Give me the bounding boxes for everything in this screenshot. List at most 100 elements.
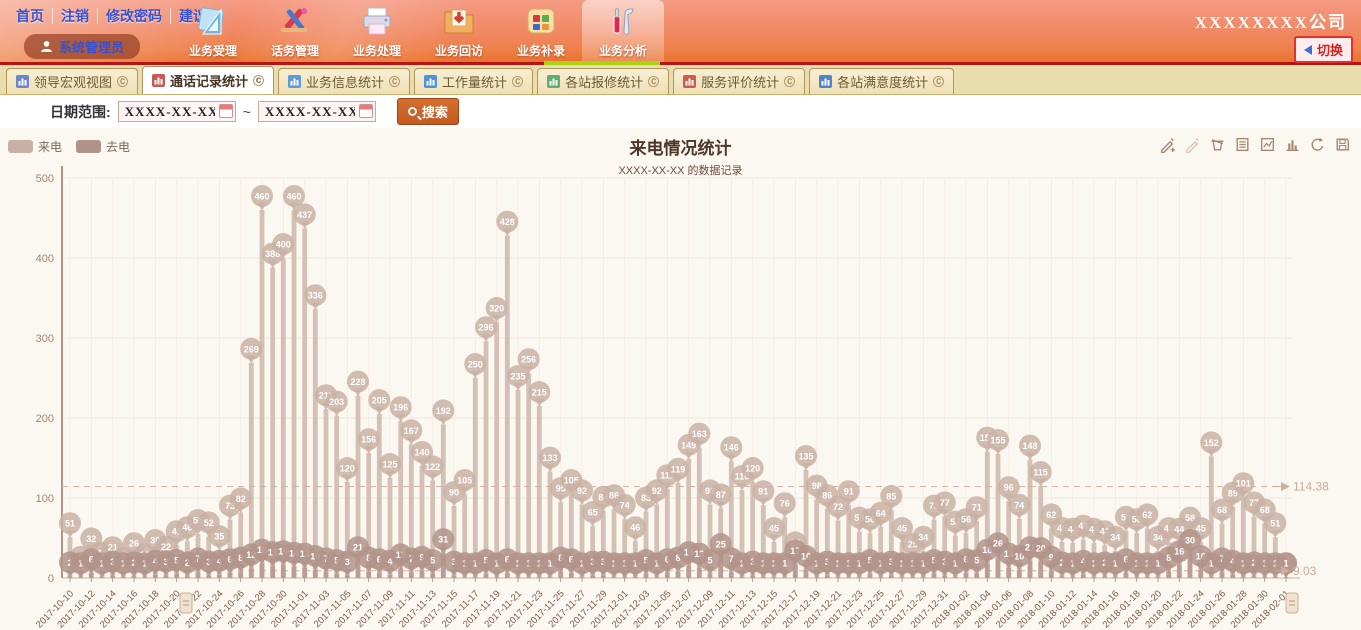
svg-text:200: 200	[36, 413, 54, 425]
folder-download-icon	[441, 4, 477, 40]
svg-text:92: 92	[652, 486, 662, 496]
svg-text:125: 125	[382, 460, 397, 470]
tab-2[interactable]: 业务信息统计c	[278, 68, 410, 94]
clear-icon[interactable]	[1209, 136, 1226, 158]
legend-item-outgoing[interactable]: 去电	[76, 138, 130, 155]
tab-chart-icon	[152, 74, 165, 87]
svg-text:74: 74	[620, 500, 630, 510]
menu-logout[interactable]: 注销	[53, 8, 98, 24]
svg-text:400: 400	[36, 253, 54, 265]
app-label: 业务回访	[435, 42, 483, 59]
calendar-icon[interactable]	[219, 104, 233, 118]
switch-button[interactable]: 切换	[1294, 36, 1353, 63]
svg-text:5: 5	[430, 556, 435, 566]
filter-bar: 日期范围: ~ 搜索	[0, 95, 1361, 128]
chart-panel: 来电 去电 来电情况统计 XXXX-XX-XX 的数据记录 0100200300…	[0, 128, 1361, 630]
tab-chart-icon	[424, 75, 437, 88]
svg-text:196: 196	[393, 403, 408, 413]
app-label: 业务处理	[353, 42, 401, 59]
app-business-process[interactable]: 业务处理	[336, 0, 418, 62]
svg-text:85: 85	[886, 492, 896, 502]
svg-text:119: 119	[671, 464, 686, 474]
svg-text:155: 155	[990, 436, 1005, 446]
user-icon	[40, 40, 53, 53]
save-image-icon[interactable]	[1334, 136, 1351, 158]
svg-text:148: 148	[1022, 441, 1037, 451]
svg-text:46: 46	[630, 523, 640, 533]
user-name: 系统管理员	[59, 37, 124, 56]
tiles-icon	[523, 4, 559, 40]
bar-chart-icon[interactable]	[1284, 136, 1301, 158]
tab-close-icon[interactable]: c	[117, 76, 128, 87]
date-from-input[interactable]	[118, 101, 236, 122]
app-business-accept[interactable]: 业务受理	[172, 0, 254, 62]
tab-chart-icon	[819, 75, 832, 88]
markline-remove-icon[interactable]	[1184, 136, 1201, 158]
svg-text:91: 91	[844, 487, 854, 497]
tab-1[interactable]: 通话记录统计c	[142, 66, 274, 94]
tab-3[interactable]: 工作量统计c	[414, 68, 533, 94]
menu-home[interactable]: 首页	[8, 8, 53, 24]
tab-bar: 领导宏观视图c通话记录统计c业务信息统计c工作量统计c各站报修统计c服务评价统计…	[0, 65, 1361, 95]
legend-label: 来电	[38, 138, 62, 155]
line-chart-icon[interactable]	[1259, 136, 1276, 158]
svg-text:31: 31	[438, 535, 448, 545]
svg-text:320: 320	[489, 304, 504, 314]
calendar-icon[interactable]	[359, 104, 373, 118]
menu-change-password[interactable]: 修改密码	[98, 8, 171, 24]
search-button[interactable]: 搜索	[397, 98, 459, 125]
chart-plot[interactable]: 0100200300400500519321421826123022414655…	[0, 128, 1361, 630]
app-analysis[interactable]: 业务分析	[582, 0, 664, 62]
date-separator: ~	[243, 104, 251, 120]
tab-0[interactable]: 领导宏观视图c	[6, 68, 138, 94]
svg-text:215: 215	[532, 388, 547, 398]
active-app-underline	[544, 61, 660, 65]
svg-text:64: 64	[876, 508, 886, 518]
svg-text:336: 336	[308, 291, 323, 301]
svg-text:51: 51	[1270, 519, 1280, 529]
tab-4[interactable]: 各站报修统计c	[537, 68, 669, 94]
tab-close-icon[interactable]: c	[784, 76, 795, 87]
restore-icon[interactable]	[1309, 136, 1326, 158]
company-name: XXXXXXXX公司	[1195, 8, 1347, 33]
app-supplement[interactable]: 业务补录	[500, 0, 582, 62]
svg-text:1: 1	[1283, 559, 1288, 569]
svg-text:3: 3	[345, 557, 350, 567]
tab-chart-icon	[16, 75, 29, 88]
tab-5[interactable]: 服务评价统计c	[673, 68, 805, 94]
svg-text:35: 35	[214, 532, 224, 542]
svg-text:65: 65	[588, 508, 598, 518]
svg-text:146: 146	[724, 443, 739, 453]
app-callback[interactable]: 业务回访	[418, 0, 500, 62]
tools-icon	[605, 4, 641, 40]
svg-text:250: 250	[468, 360, 483, 370]
svg-text:228: 228	[350, 377, 365, 387]
svg-text:105: 105	[457, 476, 472, 486]
user-badge[interactable]: 系统管理员	[24, 34, 140, 59]
legend-item-incoming[interactable]: 来电	[8, 138, 62, 155]
svg-text:235: 235	[510, 372, 525, 382]
svg-text:45: 45	[769, 524, 779, 534]
svg-text:167: 167	[404, 426, 419, 436]
svg-text:1: 1	[782, 559, 787, 569]
legend-label: 去电	[106, 138, 130, 155]
tab-close-icon[interactable]: c	[933, 76, 944, 87]
tab-close-icon[interactable]: c	[512, 76, 523, 87]
tab-close-icon[interactable]: c	[253, 75, 264, 86]
tab-close-icon[interactable]: c	[648, 76, 659, 87]
svg-text:400: 400	[276, 240, 291, 250]
svg-text:460: 460	[286, 192, 301, 202]
data-view-icon[interactable]	[1234, 136, 1251, 158]
svg-text:269: 269	[244, 344, 259, 354]
svg-text:5: 5	[974, 556, 979, 566]
tab-close-icon[interactable]: c	[389, 76, 400, 87]
svg-text:96: 96	[1004, 483, 1014, 493]
svg-text:101: 101	[1236, 479, 1251, 489]
markline-add-icon[interactable]	[1159, 136, 1176, 158]
svg-text:68: 68	[1260, 505, 1270, 515]
svg-text:152: 152	[1204, 438, 1219, 448]
tab-6[interactable]: 各站满意度统计c	[809, 68, 954, 94]
svg-text:114.38: 114.38	[1293, 479, 1329, 493]
svg-text:68: 68	[1217, 505, 1227, 515]
app-call-management[interactable]: 话务管理	[254, 0, 336, 62]
